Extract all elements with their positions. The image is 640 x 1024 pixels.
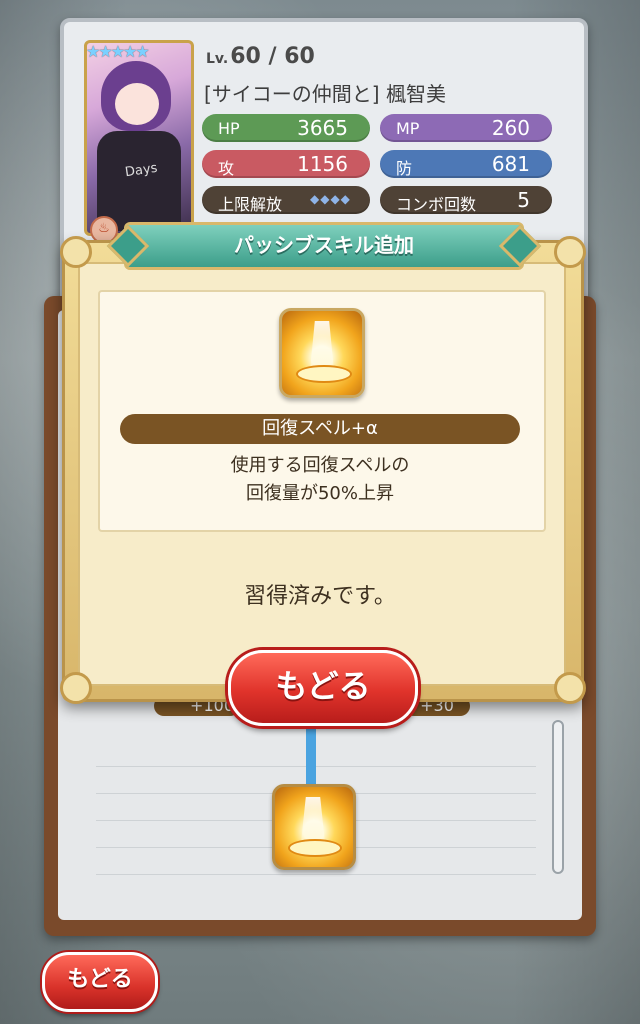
heal-spell-node-icon[interactable]	[272, 784, 356, 870]
attack-stat: 攻 1156	[202, 150, 370, 178]
frame-corner-ornament	[60, 236, 92, 268]
character-name: [サイコーの仲間と] 楓智美	[204, 82, 446, 106]
dialog-title: パッシブスキル追加	[234, 233, 414, 257]
back-button[interactable]: もどる	[42, 952, 158, 1012]
dialog-back-button[interactable]: もどる	[228, 650, 418, 726]
frame-corner-ornament	[554, 236, 586, 268]
dialog-title-ribbon: パッシブスキル追加	[124, 222, 524, 270]
acquired-status-text: 習得済みです。	[244, 584, 396, 609]
limit-break-stat: 上限解放 ◆◆◆◆	[202, 186, 370, 214]
heal-spell-icon	[279, 308, 365, 398]
rarity-stars: ★★★★★	[86, 42, 150, 61]
combo-count-stat: コンボ回数 5	[380, 186, 552, 214]
mp-stat: MP 260	[380, 114, 552, 142]
limit-gems-icon: ◆◆◆◆	[310, 192, 351, 206]
skill-tree-connector	[306, 720, 316, 784]
skill-tree-scrollbar[interactable]	[552, 720, 564, 874]
skill-description: 使用する回復スペルの 回復量が50%上昇	[230, 455, 410, 504]
defense-stat: 防 681	[380, 150, 552, 178]
level-display: Lv.60 / 60	[206, 44, 315, 69]
frame-corner-ornament	[60, 672, 92, 704]
hp-stat: HP 3665	[202, 114, 370, 142]
skill-name: 回復スペル+α	[120, 414, 520, 444]
character-card-image: Days	[84, 40, 194, 236]
frame-corner-ornament	[554, 672, 586, 704]
